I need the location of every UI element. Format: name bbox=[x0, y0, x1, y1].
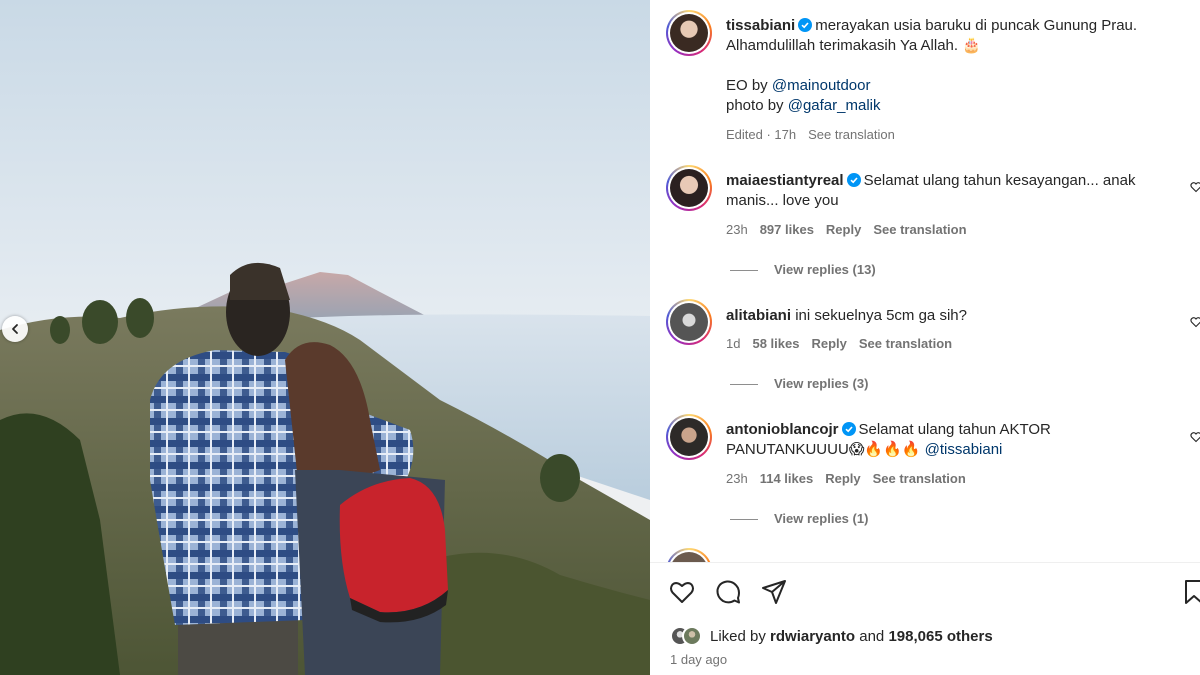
comment-icon[interactable] bbox=[714, 578, 742, 606]
author-avatar[interactable] bbox=[666, 10, 712, 56]
commenter-avatar[interactable] bbox=[666, 299, 712, 345]
comment-username[interactable]: antonioblancojr bbox=[726, 421, 839, 438]
view-replies-button[interactable]: View replies (1) bbox=[730, 511, 868, 526]
comment-meta: 23h 897 likes Reply See translation bbox=[726, 222, 979, 237]
comment-mention-link[interactable]: @tissabiani bbox=[925, 441, 1003, 458]
verified-badge-icon bbox=[846, 173, 861, 187]
comment-likes[interactable]: 114 likes bbox=[760, 471, 814, 486]
post-image bbox=[0, 0, 650, 675]
others-count-link[interactable]: 198,065 others bbox=[888, 628, 992, 645]
view-replies-label: View replies (1) bbox=[774, 511, 869, 526]
reply-button[interactable]: Reply bbox=[826, 222, 861, 237]
see-translation-button[interactable]: See translation bbox=[873, 471, 966, 486]
verified-badge-icon bbox=[798, 18, 813, 32]
caption-see-translation[interactable]: See translation bbox=[808, 127, 895, 142]
view-replies-label: View replies (13) bbox=[774, 262, 876, 277]
caption-line-2: Alhamdulillah terimakasih Ya Allah. 🎂 bbox=[726, 37, 981, 54]
heart-icon[interactable] bbox=[668, 578, 696, 606]
see-translation-button[interactable]: See translation bbox=[873, 222, 966, 237]
liked-by-user-link[interactable]: rdwiaryanto bbox=[770, 628, 855, 645]
bookmark-icon[interactable] bbox=[1180, 578, 1200, 606]
comment-text-2: PANUTANKUUUU😱🔥🔥🔥 bbox=[726, 441, 921, 458]
actions-divider bbox=[650, 562, 1200, 563]
comment-item: maiaestiantyreal Selamat ulang tahun kesa… bbox=[726, 171, 1176, 211]
replies-divider bbox=[730, 270, 758, 272]
comment-username[interactable]: alitabiani bbox=[726, 307, 791, 324]
comment-meta: 23h 114 likes Reply See translation bbox=[726, 471, 978, 486]
photo-mention-link[interactable]: @gafar_malik bbox=[788, 97, 881, 114]
post-timestamp[interactable]: 1 day ago bbox=[670, 652, 727, 667]
comment-username[interactable]: maiaestiantyreal bbox=[726, 172, 844, 189]
reply-button[interactable]: Reply bbox=[825, 471, 860, 486]
commenter-avatar[interactable] bbox=[666, 548, 712, 562]
share-icon[interactable] bbox=[760, 578, 788, 606]
replies-divider bbox=[730, 384, 758, 386]
comment-like-heart-icon[interactable] bbox=[1190, 431, 1200, 443]
reply-button[interactable]: Reply bbox=[811, 336, 846, 351]
caption-meta: Edited · 17h See translation bbox=[726, 127, 907, 142]
comment-text: Selamat ulang tahun AKTOR bbox=[858, 421, 1051, 438]
comment-like-heart-icon[interactable] bbox=[1190, 181, 1200, 193]
replies-divider bbox=[730, 519, 758, 521]
comment-time: 23h bbox=[726, 471, 748, 486]
chevron-left-icon bbox=[12, 324, 18, 334]
photo-label: photo by bbox=[726, 97, 784, 114]
verified-badge-icon bbox=[841, 422, 856, 436]
commenter-avatar[interactable] bbox=[666, 414, 712, 460]
comment-item: antonioblancojr Selamat ulang tahun AKTOR… bbox=[726, 420, 1176, 460]
commenter-avatar[interactable] bbox=[666, 165, 712, 211]
view-replies-label: View replies (3) bbox=[774, 376, 869, 391]
likes-summary: Liked by rdwiaryanto and 198,065 others bbox=[670, 625, 993, 647]
liker-avatar[interactable] bbox=[682, 626, 702, 646]
see-translation-button[interactable]: See translation bbox=[859, 336, 952, 351]
and-label: and bbox=[859, 627, 885, 645]
comments-panel: tissabiani merayakan usia baruku di punca… bbox=[650, 0, 1200, 675]
comment-likes[interactable]: 897 likes bbox=[760, 222, 814, 237]
eo-label: EO by bbox=[726, 77, 768, 94]
post-photo bbox=[0, 0, 650, 675]
author-username[interactable]: tissabiani bbox=[726, 17, 795, 34]
comments-scroll[interactable]: tissabiani merayakan usia baruku di punca… bbox=[650, 0, 1200, 562]
post-caption: tissabiani merayakan usia baruku di punca… bbox=[726, 16, 1176, 116]
caption-line-1: merayakan usia baruku di puncak Gunung P… bbox=[815, 17, 1138, 34]
edited-time: Edited · 17h bbox=[726, 127, 797, 142]
liked-by-label: Liked by bbox=[710, 627, 766, 645]
comment-text: ini sekuelnya 5cm ga sih? bbox=[795, 307, 967, 324]
view-replies-button[interactable]: View replies (13) bbox=[730, 262, 876, 277]
comment-meta: 1d 58 likes Reply See translation bbox=[726, 336, 964, 351]
comment-like-heart-icon[interactable] bbox=[1190, 316, 1200, 328]
comment-time: 23h bbox=[726, 222, 748, 237]
comment-item: alitabiani ini sekuelnya 5cm ga sih? bbox=[726, 306, 1176, 326]
comment-time: 1d bbox=[726, 336, 741, 351]
view-replies-button[interactable]: View replies (3) bbox=[730, 376, 868, 391]
prev-photo-button[interactable] bbox=[2, 316, 28, 342]
eo-mention-link[interactable]: @mainoutdoor bbox=[772, 77, 871, 94]
comment-likes[interactable]: 58 likes bbox=[752, 336, 799, 351]
